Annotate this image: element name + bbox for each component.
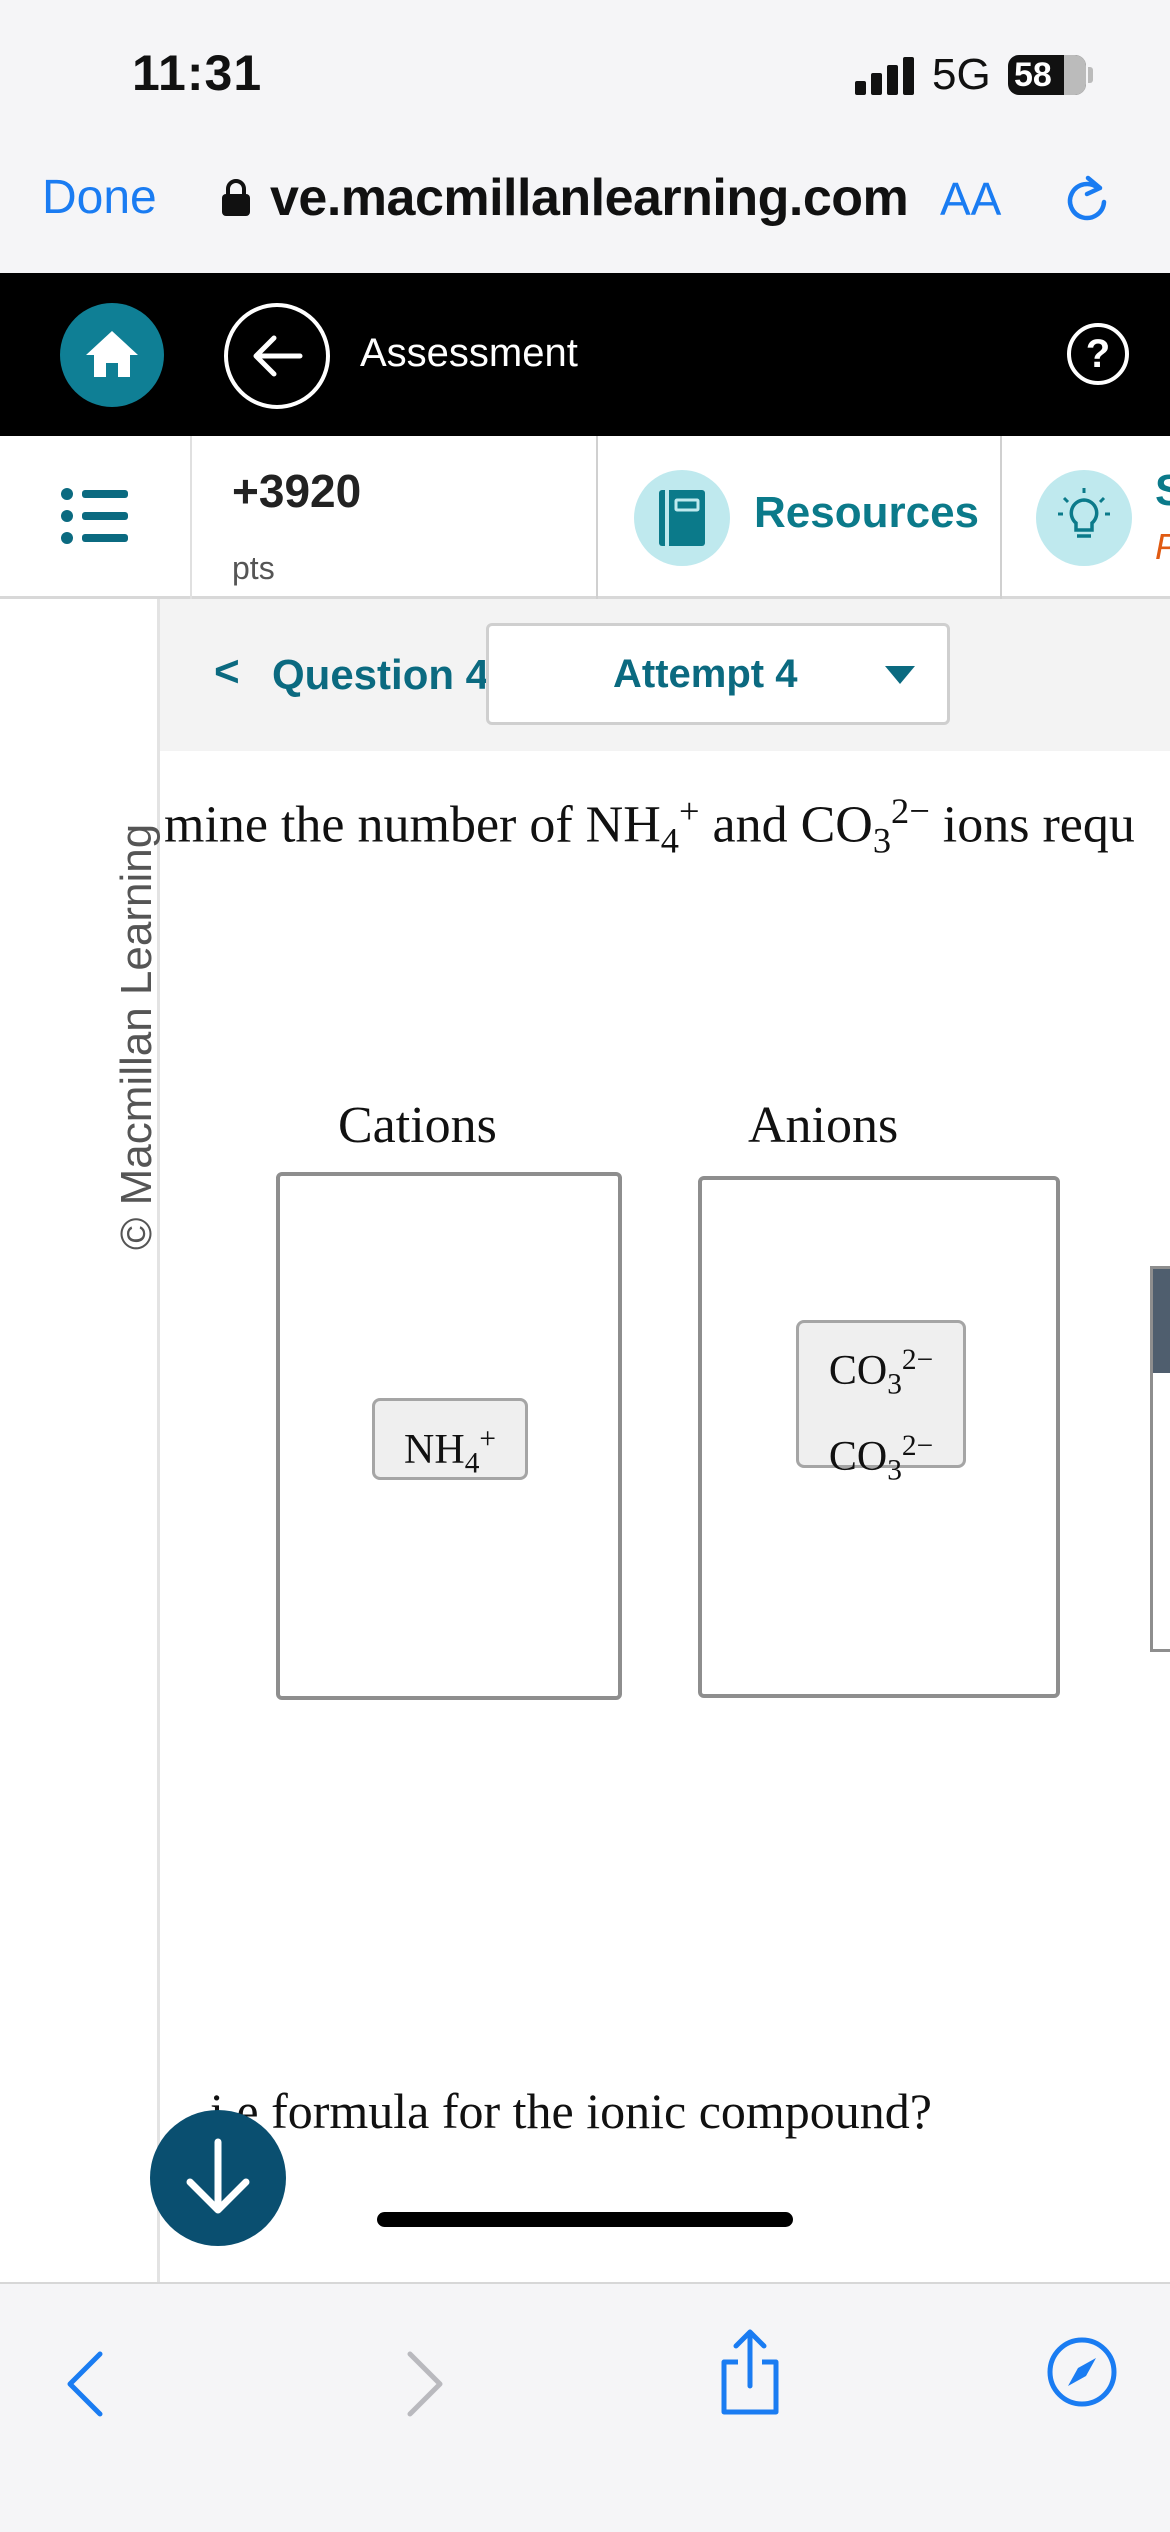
cut-off-tab-label: S	[1155, 466, 1170, 515]
chevron-left-icon[interactable]	[60, 2344, 110, 2424]
list-icon[interactable]	[60, 486, 130, 546]
previous-question-button[interactable]: <	[214, 647, 240, 697]
battery-icon: 58	[1008, 55, 1086, 95]
resources-label: Resources	[754, 488, 980, 537]
copyright-text: © Macmillan Learning	[112, 823, 161, 1250]
signal-icon	[855, 55, 915, 95]
reload-icon[interactable]	[1060, 172, 1116, 228]
cations-bin[interactable]: NH4+	[276, 1172, 622, 1700]
network-type: 5G	[932, 50, 991, 99]
status-time: 11:31	[132, 45, 263, 101]
battery-nub	[1088, 67, 1093, 83]
anions-bin[interactable]: CO32− CO32−	[698, 1176, 1060, 1698]
url-text[interactable]: ve.macmillanlearning.com	[270, 168, 909, 228]
cation-chip[interactable]: NH4+	[372, 1398, 528, 1480]
home-button[interactable]	[60, 303, 164, 407]
points-value: +3920	[232, 465, 362, 517]
cations-title: Cations	[338, 1097, 497, 1154]
share-icon[interactable]	[716, 2326, 784, 2416]
lightbulb-icon[interactable]	[1036, 470, 1132, 566]
reader-text-size-button[interactable]: AA	[940, 172, 1001, 226]
done-button[interactable]: Done	[42, 170, 157, 225]
browser-bottom-bar	[0, 2282, 1170, 2532]
question-text: mine the number of NH4+ and CO32− ions r…	[164, 791, 1135, 861]
arrow-left-icon	[253, 335, 303, 377]
chevron-right-icon[interactable]	[400, 2344, 450, 2424]
question-label[interactable]: Question 4	[272, 651, 489, 699]
resources-button[interactable]: Resources	[630, 466, 979, 566]
question-2-text: i e formula for the ionic compound?	[210, 2083, 932, 2139]
attempt-label: Attempt 4	[613, 652, 798, 696]
chevron-down-icon	[885, 666, 915, 684]
toolbar-divider	[596, 436, 598, 599]
attempt-select[interactable]: Attempt 4	[486, 623, 950, 725]
arrow-down-icon	[186, 2138, 250, 2214]
question-circle-icon: ?	[1085, 332, 1111, 376]
status-bar: 11:31 5G 58	[0, 0, 1170, 150]
cut-off-tab-sublabel: P	[1155, 526, 1170, 568]
anions-title: Anions	[748, 1097, 899, 1154]
battery-level: 58	[1014, 56, 1052, 94]
cut-off-panel-tab	[1153, 1269, 1170, 1373]
scroll-down-button[interactable]	[150, 2110, 286, 2246]
anion-chip-stack[interactable]: CO32− CO32−	[796, 1320, 966, 1487]
question-nav-bar: < Question 4 Attempt 4	[160, 599, 1170, 751]
toolbar-divider	[190, 436, 192, 599]
cut-off-panel	[1150, 1266, 1170, 1652]
help-button[interactable]: ?	[1067, 323, 1129, 385]
home-indicator	[377, 2212, 793, 2227]
assignment-toolbar: +3920 pts Resources S P	[0, 436, 1170, 599]
toolbar-divider	[1000, 436, 1002, 599]
browser-url-bar: Done ve.macmillanlearning.com AA	[0, 150, 1170, 273]
book-icon	[634, 470, 730, 566]
lock-icon	[222, 179, 250, 216]
page-title: Assessment	[360, 331, 578, 375]
points-label: pts	[232, 550, 275, 586]
aa-label: AA	[940, 173, 1002, 225]
app-header: Assessment ?	[0, 273, 1170, 436]
back-button[interactable]	[224, 303, 330, 409]
home-icon	[86, 331, 138, 377]
compass-icon[interactable]	[1046, 2336, 1118, 2408]
